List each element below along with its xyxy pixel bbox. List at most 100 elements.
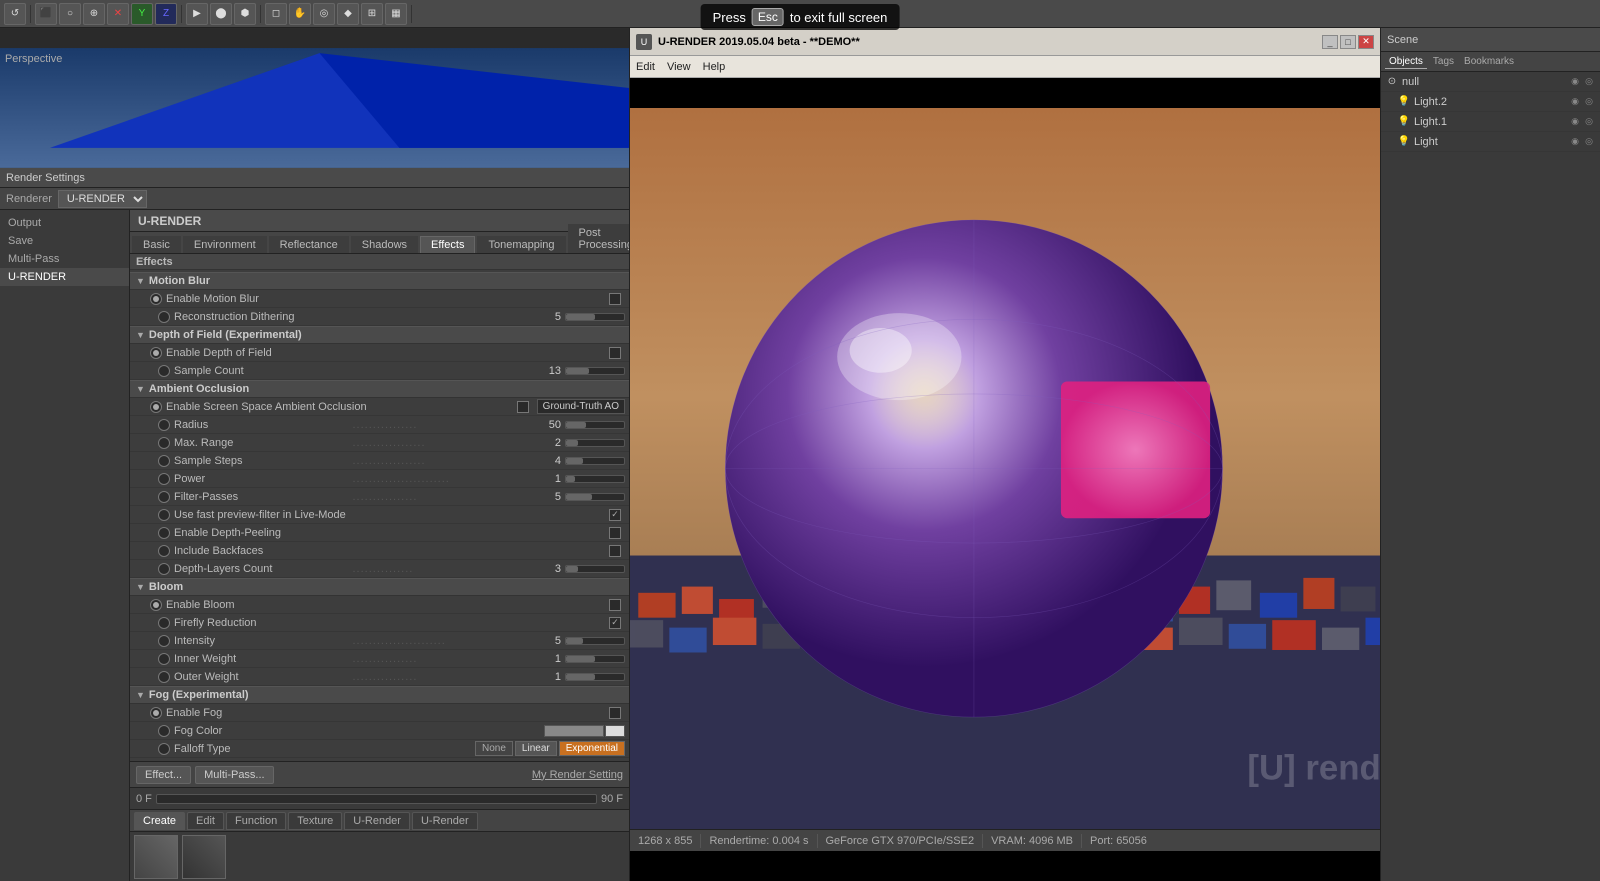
depth-layers-radio[interactable] [158,563,170,575]
fog-color-swatch[interactable] [544,725,604,737]
motion-blur-header[interactable]: ▼ Motion Blur [130,272,629,290]
enable-dof-row[interactable]: Enable Depth of Field [130,344,629,362]
tab-basic[interactable]: Basic [132,236,181,253]
asset-thumb-2[interactable] [182,835,226,879]
enable-fog-checkbox[interactable] [609,707,621,719]
max-range-slider[interactable] [565,439,625,447]
outer-weight-slider[interactable] [565,673,625,681]
sample-steps-row[interactable]: Sample Steps .................. 4 [130,452,629,470]
falloff-exponential-btn[interactable]: Exponential [559,741,625,756]
effect-button[interactable]: Effect... [136,766,191,784]
scene-tab-tags[interactable]: Tags [1429,55,1458,68]
toolbar-btn-8[interactable]: ◻ [265,3,287,25]
ao-header[interactable]: ▼ Ambient Occlusion [130,380,629,398]
window-menu-view[interactable]: View [667,61,691,73]
reconstruction-dithering-row[interactable]: Reconstruction Dithering 5 [130,308,629,326]
intensity-row[interactable]: Intensity ....................... 5 [130,632,629,650]
tab-reflectance[interactable]: Reflectance [269,236,349,253]
include-backfaces-radio[interactable] [158,545,170,557]
render-viewport[interactable]: [U] render [630,108,1380,829]
light2-eye[interactable]: ◉ [1568,95,1582,109]
power-slider[interactable] [565,475,625,483]
scene-tab-bookmarks[interactable]: Bookmarks [1460,55,1518,68]
light-eye[interactable]: ◉ [1568,135,1582,149]
light2-eye2[interactable]: ◎ [1582,95,1596,109]
radius-row[interactable]: Radius ................ 50 [130,416,629,434]
tree-row-light[interactable]: 💡 Light ◉ ◎ [1381,132,1600,152]
radius-radio[interactable] [158,419,170,431]
enable-bloom-checkbox[interactable] [609,599,621,611]
intensity-radio[interactable] [158,635,170,647]
sample-steps-slider[interactable] [565,457,625,465]
falloff-none-btn[interactable]: None [475,741,513,756]
toolbar-btn-y[interactable]: Y [131,3,153,25]
depth-peeling-row[interactable]: Enable Depth-Peeling [130,524,629,542]
bottom-tab-create[interactable]: Create [134,812,185,830]
sample-count-slider[interactable] [565,367,625,375]
null-eye[interactable]: ◉ [1568,75,1582,89]
window-minimize-btn[interactable]: _ [1322,35,1338,49]
toolbar-btn-5[interactable]: ▶ [186,3,208,25]
window-maximize-btn[interactable]: □ [1340,35,1356,49]
firefly-checkbox[interactable]: ✓ [609,617,621,629]
sample-steps-radio[interactable] [158,455,170,467]
window-menu-help[interactable]: Help [703,61,726,73]
enable-bloom-row[interactable]: Enable Bloom [130,596,629,614]
fog-color-radio[interactable] [158,725,170,737]
light1-eye[interactable]: ◉ [1568,115,1582,129]
enable-dof-radio[interactable] [150,347,162,359]
falloff-type-row[interactable]: Falloff Type None Linear Exponential [130,740,629,758]
tab-environment[interactable]: Environment [183,236,267,253]
tree-row-null[interactable]: ⊙ null ◉ ◎ [1381,72,1600,92]
bloom-header[interactable]: ▼ Bloom [130,578,629,596]
tab-postprocessing[interactable]: Post Processing [568,224,629,253]
depth-layers-row[interactable]: Depth-Layers Count ............... 3 [130,560,629,578]
asset-thumb-1[interactable] [134,835,178,879]
sample-count-radio[interactable] [158,365,170,377]
multipass-button[interactable]: Multi-Pass... [195,766,274,784]
intensity-slider[interactable] [565,637,625,645]
power-row[interactable]: Power ........................ 1 [130,470,629,488]
enable-fog-radio[interactable] [150,707,162,719]
rs-sidebar-urender[interactable]: U-RENDER [0,268,129,286]
dof-header[interactable]: ▼ Depth of Field (Experimental) [130,326,629,344]
enable-bloom-radio[interactable] [150,599,162,611]
toolbar-btn-7[interactable]: ⬢ [234,3,256,25]
sample-count-row[interactable]: Sample Count 13 [130,362,629,380]
toolbar-undo[interactable]: ↺ [4,3,26,25]
tab-tonemapping[interactable]: Tonemapping [477,236,565,253]
depth-peeling-radio[interactable] [158,527,170,539]
toolbar-btn-12[interactable]: ⊞ [361,3,383,25]
toolbar-btn-2[interactable]: ○ [59,3,81,25]
my-render-setting[interactable]: My Render Setting [532,769,623,781]
enable-ao-row[interactable]: Enable Screen Space Ambient Occlusion Gr… [130,398,629,416]
power-radio[interactable] [158,473,170,485]
filter-passes-radio[interactable] [158,491,170,503]
depth-peeling-checkbox[interactable] [609,527,621,539]
enable-fog-row[interactable]: Enable Fog [130,704,629,722]
enable-motion-blur-radio[interactable] [150,293,162,305]
reconstruction-dithering-radio[interactable] [158,311,170,323]
max-range-row[interactable]: Max. Range .................. 2 [130,434,629,452]
fast-preview-checkbox[interactable]: ✓ [609,509,621,521]
rs-sidebar-output[interactable]: Output [0,214,129,232]
radius-slider[interactable] [565,421,625,429]
enable-motion-blur-row[interactable]: Enable Motion Blur [130,290,629,308]
outer-weight-row[interactable]: Outer Weight ................ 1 [130,668,629,686]
inner-weight-slider[interactable] [565,655,625,663]
falloff-linear-btn[interactable]: Linear [515,741,557,756]
window-menu-edit[interactable]: Edit [636,61,655,73]
filter-passes-row[interactable]: Filter-Passes ................ 5 [130,488,629,506]
bottom-tab-edit[interactable]: Edit [187,812,224,830]
toolbar-btn-13[interactable]: ▦ [385,3,407,25]
enable-motion-blur-checkbox[interactable] [609,293,621,305]
light1-eye2[interactable]: ◎ [1582,115,1596,129]
timeline-bar[interactable] [156,794,597,804]
max-range-radio[interactable] [158,437,170,449]
filter-passes-slider[interactable] [565,493,625,501]
firefly-row[interactable]: Firefly Reduction ✓ [130,614,629,632]
enable-ao-radio[interactable] [150,401,162,413]
include-backfaces-row[interactable]: Include Backfaces [130,542,629,560]
tree-row-light2[interactable]: 💡 Light.2 ◉ ◎ [1381,92,1600,112]
fast-preview-row[interactable]: Use fast preview-filter in Live-Mode ✓ [130,506,629,524]
